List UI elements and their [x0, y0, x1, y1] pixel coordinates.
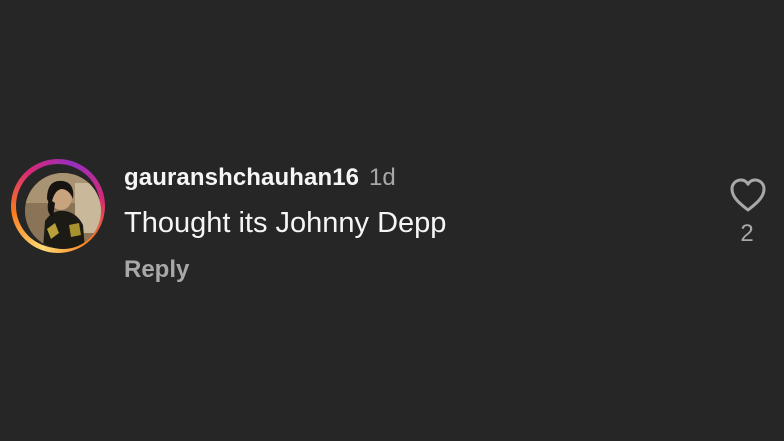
comment-text: Thought its Johnny Depp [124, 207, 447, 239]
like-count: 2 [740, 220, 754, 247]
comment-timestamp: 1d [369, 164, 396, 191]
comment-username[interactable]: gauranshchauhan16 [124, 164, 359, 192]
avatar[interactable] [25, 173, 101, 249]
reply-button[interactable]: Reply [124, 256, 189, 284]
avatar-photo [25, 173, 101, 249]
heart-outline-icon[interactable] [729, 177, 767, 213]
story-ring[interactable] [11, 159, 105, 253]
comment-item: gauranshchauhan16 1d Thought its Johnny … [0, 0, 784, 441]
